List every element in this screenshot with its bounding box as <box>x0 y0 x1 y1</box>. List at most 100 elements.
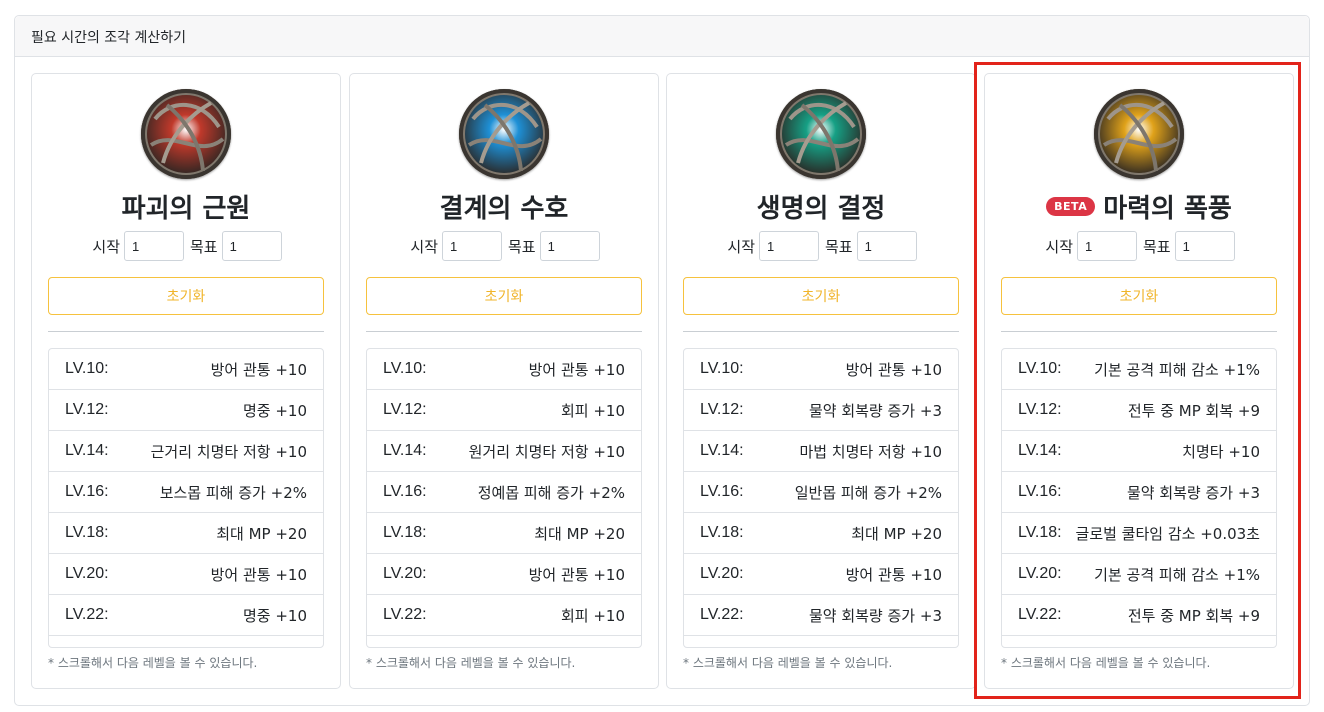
level-effect-list[interactable]: LV.10: 방어 관통 +10 LV.12: 명중 +10 LV.14: 근거리 치명타… <box>48 348 324 648</box>
orb-icon <box>1094 89 1184 179</box>
level-inputs-row: 시작 목표 <box>32 231 340 261</box>
level-label: LV.20: <box>1018 565 1062 582</box>
level-label: LV.18: <box>1018 524 1062 541</box>
level-effect: 치명타 +10 <box>1182 442 1260 461</box>
target-level-input[interactable] <box>1174 231 1235 261</box>
reset-button[interactable]: 초기화 <box>366 277 642 315</box>
card-title: 파괴의 근원 <box>121 193 251 224</box>
level-inputs-row: 시작 목표 <box>667 231 975 261</box>
orb-icon <box>776 89 866 179</box>
level-effect: 물약 회복량 증가 +3 <box>808 606 942 625</box>
reset-button[interactable]: 초기화 <box>48 277 324 315</box>
level-label: LV.20: <box>65 565 109 582</box>
level-row: LV.18: 글로벌 쿨타임 감소 +0.03초 <box>1002 513 1276 554</box>
target-label: 목표 <box>1143 237 1171 256</box>
level-row: LV.22: 전투 중 MP 회복 +9 <box>1002 595 1276 636</box>
fragment-card: BETA마력의 폭풍시작목표초기화LV.10:기본 공격 피해 감소 +1%LV… <box>984 73 1294 689</box>
level-row: LV.10: 방어 관통 +10 <box>684 349 958 390</box>
level-effect: 최대 MP +20 <box>216 524 307 543</box>
level-effect: 글로벌 쿨타임 감소 +0.03초 <box>1075 524 1260 543</box>
level-inputs-row: 시작 목표 <box>985 231 1293 261</box>
level-effect-list[interactable]: LV.10: 방어 관통 +10 LV.12: 물약 회복량 증가 +3 LV.14: 마… <box>683 348 959 648</box>
level-label: LV.20: <box>700 565 744 582</box>
reset-button[interactable]: 초기화 <box>1001 277 1277 315</box>
level-label: LV.14: <box>65 442 109 459</box>
level-label: LV.16: <box>383 483 427 500</box>
level-label: LV.12: <box>700 401 744 418</box>
level-label: LV.22: <box>700 606 744 623</box>
fragment-card: 생명의 결정시작 목표초기화 LV.10: 방어 관통 +10 LV.12: 물약 회복량… <box>666 73 976 689</box>
reset-button[interactable]: 초기화 <box>683 277 959 315</box>
level-effect: 회피 +10 <box>560 401 625 420</box>
level-row: LV.18: 최대 MP +20 <box>49 513 323 554</box>
panel-title: 필요 시간의 조각 계산하기 <box>15 16 1309 57</box>
level-row: LV.16: 정예몹 피해 증가 +2% <box>367 472 641 513</box>
level-label: LV.14: <box>383 442 427 459</box>
card-title-row: 결계의 수호 <box>350 186 658 226</box>
level-label: LV.16: <box>65 483 109 500</box>
start-label: 시작 <box>410 237 438 256</box>
target-level-input[interactable] <box>539 231 600 261</box>
level-label: LV.20: <box>383 565 427 582</box>
start-level-input[interactable] <box>442 231 502 261</box>
scroll-hint: * 스크롤해서 다음 레벨을 볼 수 있습니다. <box>683 656 893 670</box>
level-row: LV.22: 명중 +10 <box>49 595 323 636</box>
beta-badge: BETA <box>1046 196 1096 216</box>
level-effect: 방어 관통 +10 <box>845 360 942 379</box>
fragment-card: 결계의 수호시작 목표초기화 LV.10: 방어 관통 +10 LV.12: 회피 +10… <box>349 73 659 689</box>
card-title: 결계의 수호 <box>439 193 569 224</box>
target-label: 목표 <box>190 237 218 256</box>
level-row: LV.16: 물약 회복량 증가 +3 <box>1002 472 1276 513</box>
level-effect: 방어 관통 +10 <box>528 565 625 584</box>
divider <box>1001 331 1277 332</box>
level-label: LV.18: <box>700 524 744 541</box>
start-level-input[interactable] <box>124 231 184 261</box>
start-label: 시작 <box>727 237 755 256</box>
level-row: LV.12: 회피 +10 <box>367 390 641 431</box>
level-label: LV.16: <box>700 483 744 500</box>
level-effect: 일반몹 피해 증가 +2% <box>794 483 942 502</box>
divider <box>48 331 324 332</box>
level-row: LV.20: 방어 관통 +10 <box>49 554 323 595</box>
level-row: LV.18: 최대 MP +20 <box>684 513 958 554</box>
level-label: LV.12: <box>65 401 109 418</box>
level-row: LV.14: 치명타 +10 <box>1002 431 1276 472</box>
level-effect: 원거리 치명타 저항 +10 <box>468 442 625 461</box>
level-effect: 방어 관통 +10 <box>210 360 307 379</box>
card-title: 마력의 폭풍 <box>1103 193 1232 224</box>
level-row: LV.14: 마법 치명타 저항 +10 <box>684 431 958 472</box>
start-level-input[interactable] <box>1077 231 1137 261</box>
level-row: LV.10: 방어 관통 +10 <box>49 349 323 390</box>
level-label: LV.10: <box>700 360 744 377</box>
level-row: LV.14: 원거리 치명타 저항 +10 <box>367 431 641 472</box>
level-row: LV.18: 최대 MP +20 <box>367 513 641 554</box>
level-label: LV.12: <box>1018 401 1062 418</box>
level-effect: 최대 MP +20 <box>851 524 942 543</box>
level-label: LV.12: <box>383 401 427 418</box>
level-label: LV.10: <box>1018 360 1062 377</box>
target-level-input[interactable] <box>221 231 282 261</box>
target-label: 목표 <box>508 237 536 256</box>
level-row: LV.20: 기본 공격 피해 감소 +1% <box>1002 554 1276 595</box>
level-effect: 근거리 치명타 저항 +10 <box>150 442 307 461</box>
start-level-input[interactable] <box>759 231 819 261</box>
level-label: LV.14: <box>700 442 744 459</box>
card-title-row: 파괴의 근원 <box>32 186 340 226</box>
level-effect-list[interactable]: LV.10: 방어 관통 +10 LV.12: 회피 +10 LV.14: 원거리 치명타… <box>366 348 642 648</box>
level-effect: 방어 관통 +10 <box>845 565 942 584</box>
level-row: LV.22: 물약 회복량 증가 +3 <box>684 595 958 636</box>
fragment-card: 파괴의 근원시작 목표초기화 LV.10: 방어 관통 +10 LV.12: 명중 +10… <box>31 73 341 689</box>
level-row: LV.20: 방어 관통 +10 <box>367 554 641 595</box>
level-effect: 명중 +10 <box>242 606 307 625</box>
level-effect: 명중 +10 <box>242 401 307 420</box>
level-effect: 물약 회복량 증가 +3 <box>808 401 942 420</box>
level-label: LV.22: <box>383 606 427 623</box>
level-row: LV.10: 기본 공격 피해 감소 +1% <box>1002 349 1276 390</box>
card-title-row: BETA 마력의 폭풍 <box>985 186 1293 226</box>
level-effect: 보스몹 피해 증가 +2% <box>159 483 307 502</box>
level-row: LV.22: 회피 +10 <box>367 595 641 636</box>
level-effect-list[interactable]: LV.10: 기본 공격 피해 감소 +1% LV.12: 전투 중 MP 회복 +9… <box>1001 348 1277 648</box>
divider <box>366 331 642 332</box>
level-effect: 최대 MP +20 <box>534 524 625 543</box>
target-level-input[interactable] <box>856 231 917 261</box>
